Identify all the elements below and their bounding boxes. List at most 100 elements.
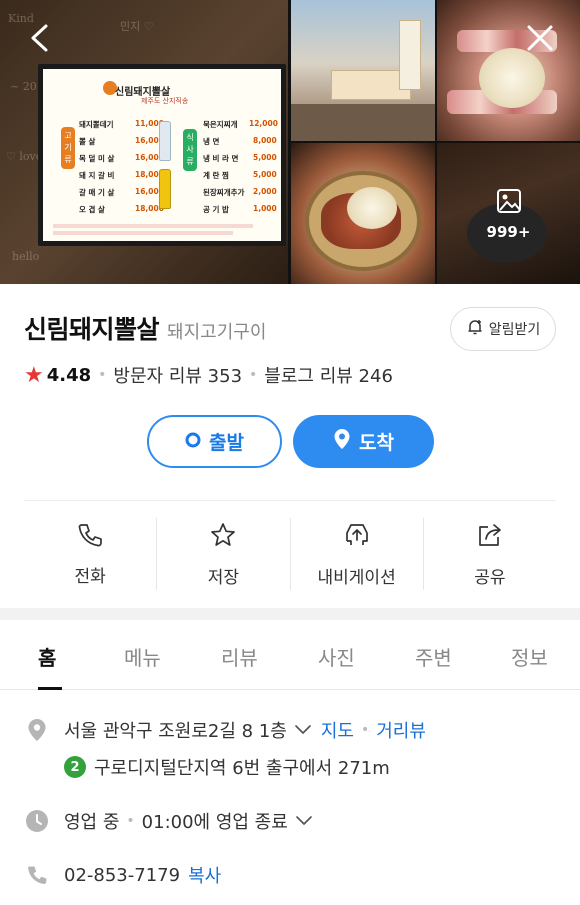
alarm-label: 알림받기 xyxy=(488,322,541,338)
phone-row: 02-853-7179 복사 xyxy=(24,862,221,888)
clock-icon xyxy=(24,809,50,833)
board-item: 목 덜 미 살 xyxy=(79,154,115,163)
separator-dot: • xyxy=(98,367,107,383)
more-photos-count: 999+ xyxy=(486,222,531,241)
close-button[interactable] xyxy=(522,22,558,58)
separator-dot: • xyxy=(126,813,135,829)
save-button[interactable]: 저장 xyxy=(157,518,291,590)
photo-gallery: Kind ~ 2019 ♡ love 민지 ♡ hello 신림돼지뽈살 제주도… xyxy=(0,0,580,284)
address-text: 서울 관악구 조원로2길 8 1층 xyxy=(64,721,287,742)
address-row: 서울 관악구 조원로2길 8 1층 지도 • 거리뷰 xyxy=(24,717,426,743)
onion-slice xyxy=(347,187,397,229)
board-item: 묵은지찌개 xyxy=(203,120,238,129)
tab-menu[interactable]: 메뉴 xyxy=(124,642,161,671)
call-button[interactable]: 전화 xyxy=(24,518,158,590)
board-item: 뽈 살 xyxy=(79,137,96,146)
rating-score: 4.48 xyxy=(46,364,92,386)
photo-storefront[interactable] xyxy=(291,0,435,141)
section-divider xyxy=(0,608,580,620)
close-icon xyxy=(525,23,555,57)
bottle-icon xyxy=(159,121,171,161)
separator-dot: • xyxy=(249,367,258,383)
navigation-button[interactable]: 내비게이션 xyxy=(291,518,424,590)
hours-text: 01:00에 영업 종료 xyxy=(141,812,288,833)
active-tab-indicator xyxy=(38,687,62,690)
board-item: 돼 지 갈 비 xyxy=(79,171,115,180)
blog-reviews-link[interactable]: 블로그 리뷰 246 xyxy=(264,362,393,388)
board-price: 8,000 xyxy=(253,136,277,145)
share-button[interactable]: 공유 xyxy=(424,518,556,590)
store-sign-vertical xyxy=(399,20,421,90)
hours-row[interactable]: 영업 중 • 01:00에 영업 종료 xyxy=(24,808,314,834)
board-price: 2,000 xyxy=(253,187,277,196)
phone-icon xyxy=(77,522,103,552)
gallery-icon xyxy=(495,187,523,219)
share-label: 공유 xyxy=(474,567,506,588)
more-photos-overlay[interactable]: 999+ xyxy=(437,143,580,284)
subway-line-badge: 2 xyxy=(64,756,86,778)
board-item: 냉 비 라 면 xyxy=(203,154,239,163)
tab-home[interactable]: 홈 xyxy=(38,642,56,671)
save-label: 저장 xyxy=(207,567,240,588)
hours-status: 영업 중 xyxy=(64,812,120,833)
visitor-reviews-link[interactable]: 방문자 리뷰 353 xyxy=(113,362,242,388)
board-price: 1,000 xyxy=(253,204,277,213)
board-price: 5,000 xyxy=(253,153,277,162)
bottle-icon xyxy=(159,169,171,209)
board-item: 오 겹 살 xyxy=(79,205,105,214)
board-item: 돼지뽈데기 xyxy=(79,120,114,129)
board-note xyxy=(53,231,233,235)
phone-icon xyxy=(24,864,50,886)
separator-dot: • xyxy=(360,722,370,738)
navigation-icon xyxy=(342,521,372,553)
tab-photo[interactable]: 사진 xyxy=(318,642,355,671)
board-price: 12,000 xyxy=(249,119,278,128)
copy-phone-button[interactable]: 복사 xyxy=(188,862,221,888)
navigation-label: 내비게이션 xyxy=(317,567,396,588)
place-category: 돼지고기구이 xyxy=(167,322,267,343)
call-label: 전화 xyxy=(74,566,106,587)
chevron-down-icon[interactable] xyxy=(294,811,314,832)
arrive-button[interactable]: 도착 xyxy=(293,415,434,468)
photo-grilled-pork[interactable] xyxy=(291,143,435,284)
street xyxy=(291,104,435,141)
tab-info[interactable]: 정보 xyxy=(511,642,548,671)
board-item: 냉 면 xyxy=(203,137,220,146)
chevron-down-icon[interactable] xyxy=(293,720,313,741)
board-category-meal: 식사류 xyxy=(183,129,197,171)
depart-button[interactable]: 출발 xyxy=(147,415,282,468)
board-item: 된장찌개추가 xyxy=(203,188,245,197)
location-pin-icon xyxy=(24,718,50,742)
board-subtitle: 제주도 산지직송 xyxy=(141,97,189,105)
board-price: 5,000 xyxy=(253,170,277,179)
map-link[interactable]: 지도 xyxy=(321,717,354,743)
tab-review[interactable]: 리뷰 xyxy=(221,642,258,671)
divider xyxy=(24,500,556,501)
depart-label: 출발 xyxy=(209,432,244,454)
board-item: 공 기 밥 xyxy=(203,205,229,214)
place-name: 신림돼지뽈살 xyxy=(24,315,160,344)
title-row: 신림돼지뽈살 돼지고기구이 xyxy=(24,310,266,346)
board-item: 계 란 찜 xyxy=(203,171,229,180)
arrive-label: 도착 xyxy=(359,432,394,454)
alarm-button[interactable]: 알림받기 xyxy=(450,307,556,351)
board-category-meat: 고기류 xyxy=(61,127,75,169)
photo-grill-meat[interactable] xyxy=(437,0,580,141)
chevron-left-icon xyxy=(28,23,52,57)
street-view-link[interactable]: 거리뷰 xyxy=(376,717,426,743)
rating-row: ★ 4.48 • 방문자 리뷰 353 • 블로그 리뷰 246 xyxy=(24,362,393,388)
subway-row: 2 구로디지털단지역 6번 출구에서 271m xyxy=(64,754,390,780)
back-button[interactable] xyxy=(22,22,58,58)
action-bar: 전화 저장 내비게이션 공유 xyxy=(24,518,556,590)
subway-text: 구로디지털단지역 6번 출구에서 271m xyxy=(94,758,390,779)
star-icon xyxy=(209,521,237,553)
map-pin-icon xyxy=(333,428,351,455)
bell-plus-icon xyxy=(466,318,484,340)
origin-dot-icon xyxy=(185,431,201,453)
board-note xyxy=(53,224,253,228)
board-item: 갈 매 기 살 xyxy=(79,188,115,197)
tab-nearby[interactable]: 주변 xyxy=(415,642,452,671)
tab-bar: 홈 메뉴 리뷰 사진 주변 정보 xyxy=(0,620,580,690)
menu-board: 신림돼지뽈살 제주도 산지직송 고기류 식사류 돼지뽈데기 11,000 뽈 살1… xyxy=(38,64,286,246)
phone-number[interactable]: 02-853-7179 xyxy=(64,865,180,886)
